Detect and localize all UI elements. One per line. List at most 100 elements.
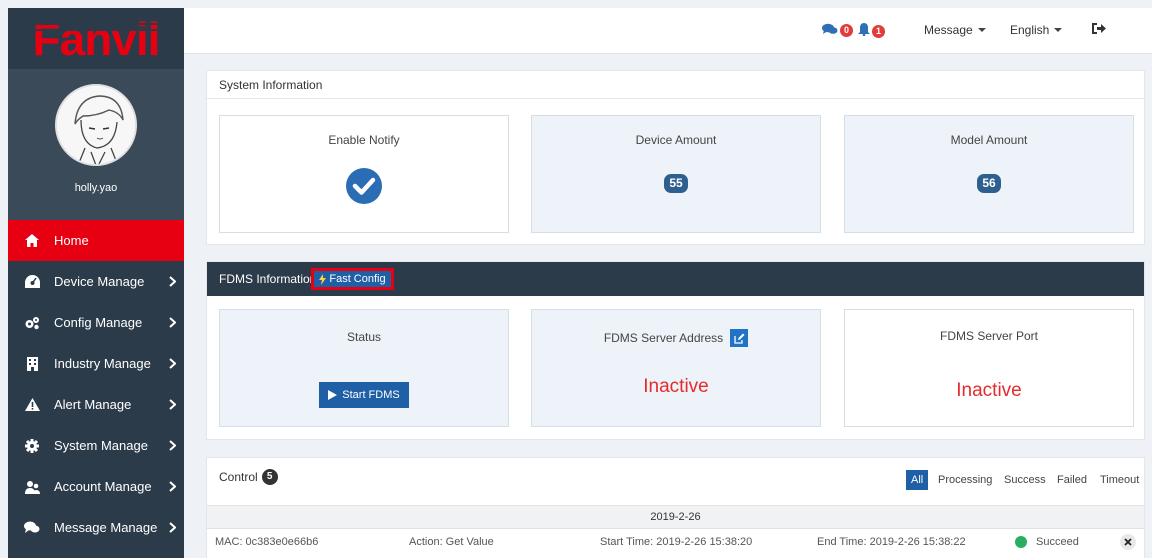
profile: holly.yao <box>8 70 184 220</box>
card-title: Status <box>346 330 382 344</box>
sidebar-item-label: Alert Manage <box>54 397 132 412</box>
username: holly.yao <box>74 182 118 194</box>
card-title: FDMS Server Address <box>603 331 724 345</box>
bell-icon <box>858 23 870 39</box>
message-dropdown[interactable]: Message <box>924 23 986 37</box>
fdms-information-panel: FDMS Information Fast Config Status Star… <box>206 261 1145 440</box>
card-title: Enable Notify <box>328 133 400 147</box>
bolt-icon <box>319 273 327 285</box>
chevron-right-icon <box>169 521 177 536</box>
date-group-header: 2019-2-26 <box>207 505 1144 529</box>
filter-failed[interactable]: Failed <box>1057 470 1087 490</box>
device-amount-card: Device Amount 55 <box>531 115 821 233</box>
sidebar: Fanvil holly.yao Home Device Manage Conf… <box>8 8 184 558</box>
users-icon <box>24 479 40 495</box>
control-title-row: Control 5 <box>219 469 278 485</box>
alerts-count-badge: 1 <box>872 24 885 38</box>
mac-cell: MAC: 0c383e0e66b6 <box>215 536 319 548</box>
sidebar-item-system-manage[interactable]: System Manage <box>8 425 184 466</box>
play-icon <box>328 390 338 400</box>
avatar[interactable] <box>55 84 137 166</box>
chevron-right-icon <box>169 480 177 495</box>
filter-processing[interactable]: Processing <box>938 470 992 490</box>
home-icon <box>24 233 40 249</box>
logout-icon <box>1092 22 1106 38</box>
card-title-row: FDMS Server Address <box>532 329 820 347</box>
avatar-icon <box>57 86 135 164</box>
server-port-card: FDMS Server Port Inactive <box>844 309 1134 427</box>
sidebar-item-alert-manage[interactable]: Alert Manage <box>8 384 184 425</box>
system-information-panel: System Information Enable Notify Device … <box>206 70 1145 245</box>
filter-all[interactable]: All <box>906 470 929 490</box>
sidebar-item-device-manage[interactable]: Device Manage <box>8 261 184 302</box>
logout-button[interactable] <box>1092 22 1106 38</box>
control-panel: Control 5 All Processing Success Failed … <box>206 457 1145 558</box>
filter-success[interactable]: Success <box>1004 470 1046 490</box>
control-count-badge: 5 <box>261 469 278 485</box>
language-label: English <box>1010 23 1050 37</box>
server-address-value: Inactive <box>643 376 709 397</box>
chevron-right-icon <box>169 357 177 372</box>
comments-notification[interactable]: 0 <box>822 23 853 38</box>
caret-down-icon <box>977 28 986 32</box>
enable-notify-toggle[interactable] <box>220 167 508 205</box>
panel-title: System Information <box>207 71 1144 99</box>
sidebar-item-account-manage[interactable]: Account Manage <box>8 466 184 507</box>
message-label: Message <box>924 23 973 37</box>
close-icon <box>1124 538 1132 546</box>
sidebar-item-label: Config Manage <box>54 315 143 330</box>
dashboard-icon <box>24 274 40 290</box>
sidebar-item-label: Account Manage <box>54 479 152 494</box>
model-amount-badge[interactable]: 56 <box>977 174 1001 193</box>
sidebar-item-label: Device Manage <box>54 274 145 289</box>
filter-timeout[interactable]: Timeout <box>1100 470 1139 490</box>
chevron-right-icon <box>169 439 177 454</box>
status-badge: Succeed <box>1015 536 1079 548</box>
table-row: MAC: 0c383e0e66b6 Action: Get Value Star… <box>207 529 1144 557</box>
fast-config-button[interactable]: Fast Config <box>312 269 393 289</box>
chevron-right-icon <box>169 398 177 413</box>
sidebar-item-industry-manage[interactable]: Industry Manage <box>8 343 184 384</box>
server-address-card: FDMS Server Address Inactive <box>531 309 821 427</box>
status-text: Succeed <box>1036 536 1079 548</box>
chevron-right-icon <box>169 316 177 331</box>
fast-config-label: Fast Config <box>329 273 386 285</box>
edit-icon <box>734 333 745 344</box>
gear-icon <box>24 438 40 454</box>
check-circle-icon <box>346 168 382 204</box>
sidebar-item-home[interactable]: Home <box>8 220 184 261</box>
end-time-cell: End Time: 2019-2-26 15:38:22 <box>817 536 966 548</box>
panel-title: FDMS Information <box>219 272 317 286</box>
fdms-panel-header: FDMS Information Fast Config <box>207 262 1144 296</box>
sidebar-item-config-manage[interactable]: Config Manage <box>8 302 184 343</box>
comments-icon <box>822 23 838 38</box>
fanvil-logo-icon: Fanvil <box>21 17 171 61</box>
card-title: FDMS Server Port <box>939 329 1038 343</box>
chevron-right-icon <box>169 275 177 290</box>
action-cell: Action: Get Value <box>409 536 494 548</box>
warning-icon <box>24 397 40 413</box>
status-card: Status Start FDMS <box>219 309 509 427</box>
enable-notify-card: Enable Notify <box>219 115 509 233</box>
language-dropdown[interactable]: English <box>1010 23 1063 37</box>
remove-row-button[interactable] <box>1120 534 1136 550</box>
sidebar-item-message-manage[interactable]: Message Manage <box>8 507 184 548</box>
logo[interactable]: Fanvil <box>8 8 184 70</box>
caret-down-icon <box>1054 28 1063 32</box>
server-port-value: Inactive <box>956 380 1022 401</box>
start-time-cell: Start Time: 2019-2-26 15:38:20 <box>600 536 753 548</box>
alerts-notification[interactable]: 1 <box>858 23 885 39</box>
model-amount-card: Model Amount 56 <box>844 115 1134 233</box>
sidebar-item-label: Industry Manage <box>54 356 151 371</box>
cogs-icon <box>24 315 40 331</box>
device-amount-badge[interactable]: 55 <box>664 174 688 193</box>
sidebar-item-label: Message Manage <box>54 520 158 535</box>
sidebar-item-label: System Manage <box>54 438 148 453</box>
sidebar-item-label: Home <box>54 233 89 248</box>
panel-title: Control <box>219 470 258 484</box>
start-fdms-button[interactable]: Start FDMS <box>319 382 409 408</box>
edit-address-button[interactable] <box>730 329 749 347</box>
building-icon <box>24 356 40 372</box>
card-title: Model Amount <box>950 133 1028 147</box>
comments-icon <box>24 520 40 536</box>
